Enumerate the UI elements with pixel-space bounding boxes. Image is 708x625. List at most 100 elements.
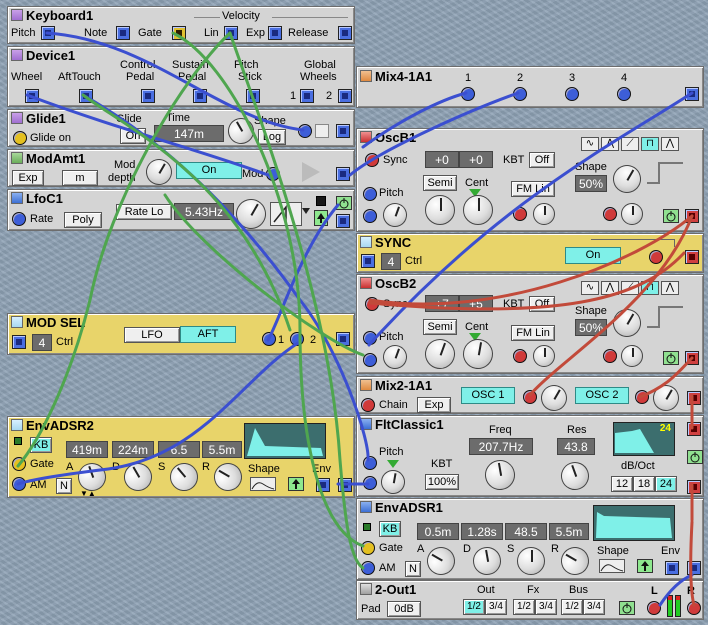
power-icon[interactable] bbox=[619, 601, 635, 615]
sustain-pedal-port[interactable] bbox=[193, 89, 207, 103]
release-knob[interactable] bbox=[208, 457, 248, 497]
lfo-up-arrow-icon[interactable] bbox=[314, 210, 328, 226]
pitch-mod-knob[interactable] bbox=[379, 199, 411, 231]
pulse-wave-button[interactable]: ⊓ bbox=[641, 281, 659, 295]
decay-knob[interactable] bbox=[118, 457, 158, 497]
pulse-wave-button[interactable]: ⊓ bbox=[641, 137, 659, 151]
shape-mod-input[interactable] bbox=[603, 207, 617, 221]
mix4-output-port[interactable] bbox=[685, 87, 699, 101]
saw-wave-button[interactable]: ⟋ bbox=[621, 281, 639, 295]
release-knob[interactable] bbox=[555, 541, 595, 581]
module-menu-icon[interactable] bbox=[360, 501, 372, 513]
saw2-wave-button[interactable]: ⋀ bbox=[661, 281, 679, 295]
env2-env-port[interactable] bbox=[316, 478, 330, 492]
ch1-input[interactable] bbox=[461, 87, 475, 101]
chain-input[interactable] bbox=[361, 398, 375, 412]
ch3-input[interactable] bbox=[565, 87, 579, 101]
module-menu-icon[interactable] bbox=[360, 277, 372, 289]
modsel-input-2[interactable] bbox=[290, 332, 304, 346]
slope-12-button[interactable]: 12 bbox=[611, 476, 633, 492]
rate-lo-button[interactable]: Rate Lo bbox=[116, 204, 172, 220]
env-up-arrow-icon[interactable] bbox=[637, 559, 653, 573]
glide-input[interactable] bbox=[298, 124, 312, 138]
semi-knob[interactable] bbox=[425, 195, 455, 225]
fm-knob[interactable] bbox=[533, 345, 555, 367]
poly-button[interactable]: Poly bbox=[64, 212, 102, 228]
velocity-lin-port[interactable] bbox=[224, 26, 238, 40]
gate-input[interactable] bbox=[12, 457, 26, 471]
out-34-button[interactable]: 3/4 bbox=[485, 599, 507, 615]
semi-knob[interactable] bbox=[420, 334, 460, 374]
kbt-button[interactable]: 100% bbox=[425, 474, 459, 490]
sync-input[interactable] bbox=[365, 297, 379, 311]
aft-select-button[interactable]: AFT bbox=[180, 326, 236, 343]
global-wheel2-port[interactable] bbox=[338, 89, 352, 103]
lfo-select-button[interactable]: LFO bbox=[124, 327, 180, 343]
shape-knob[interactable] bbox=[607, 159, 647, 199]
freq-knob[interactable] bbox=[482, 457, 518, 493]
mod-input[interactable] bbox=[266, 167, 280, 181]
exp-button[interactable]: Exp bbox=[417, 397, 451, 413]
module-menu-icon[interactable] bbox=[360, 583, 372, 595]
bus-34-button[interactable]: 3/4 bbox=[583, 599, 605, 615]
fm-knob[interactable] bbox=[533, 203, 555, 225]
glide-on-input[interactable] bbox=[13, 131, 27, 145]
kbt-button[interactable]: Off bbox=[529, 296, 555, 312]
shape-mod-input[interactable] bbox=[603, 349, 617, 363]
module-menu-icon[interactable] bbox=[360, 131, 372, 143]
sync-on-button[interactable]: On bbox=[565, 247, 621, 264]
pitch-stick-port[interactable] bbox=[246, 89, 260, 103]
n-button[interactable]: N bbox=[405, 561, 421, 577]
module-menu-icon[interactable] bbox=[11, 192, 23, 204]
bus-12-button[interactable]: 1/2 bbox=[561, 599, 583, 615]
shape-mod-knob[interactable] bbox=[621, 345, 643, 367]
sustain-knob[interactable] bbox=[164, 457, 204, 497]
module-menu-icon[interactable] bbox=[11, 419, 23, 431]
pitch-input-b[interactable] bbox=[363, 476, 377, 490]
attack-knob[interactable] bbox=[421, 541, 461, 581]
sine-wave-button[interactable]: ∿ bbox=[581, 137, 599, 151]
sustain-knob[interactable] bbox=[517, 547, 545, 575]
lfo-wave-selector[interactable] bbox=[270, 202, 302, 226]
slope-24-button[interactable]: 24 bbox=[655, 476, 677, 492]
pitch-input-a[interactable] bbox=[363, 456, 377, 470]
pad-button[interactable]: 0dB bbox=[387, 601, 421, 617]
ch2-input[interactable] bbox=[513, 87, 527, 101]
sine-wave-button[interactable]: ∿ bbox=[581, 281, 599, 295]
release-output-port[interactable] bbox=[338, 26, 352, 40]
modsel-output-port[interactable] bbox=[336, 332, 350, 346]
modamt-output-port[interactable] bbox=[336, 167, 350, 181]
am-input[interactable] bbox=[12, 477, 26, 491]
shape-button[interactable]: Log bbox=[258, 129, 286, 145]
kbt-button[interactable]: Off bbox=[529, 152, 555, 168]
sync-output-port[interactable] bbox=[685, 250, 699, 264]
slope-18-button[interactable]: 18 bbox=[633, 476, 655, 492]
saw2-wave-button[interactable]: ⋀ bbox=[661, 137, 679, 151]
mix2-input-1[interactable] bbox=[523, 390, 537, 404]
env1-output-port[interactable] bbox=[687, 561, 701, 575]
module-menu-icon[interactable] bbox=[360, 379, 372, 391]
pitch-mod-input-a[interactable] bbox=[363, 331, 377, 345]
pitch-mod-input-b[interactable] bbox=[363, 209, 377, 223]
am-input[interactable] bbox=[361, 561, 375, 575]
osc2-output-port[interactable] bbox=[685, 351, 699, 365]
osc1-output-port[interactable] bbox=[685, 209, 699, 223]
env-up-arrow-icon[interactable] bbox=[288, 477, 304, 491]
pitch-mod-input-a[interactable] bbox=[363, 187, 377, 201]
env-shape-button[interactable] bbox=[250, 477, 276, 491]
out-12-button[interactable]: 1/2 bbox=[463, 599, 485, 615]
filter-input-port[interactable] bbox=[687, 422, 701, 436]
env-shape-button[interactable] bbox=[599, 559, 625, 573]
gate-output-port[interactable] bbox=[172, 26, 186, 40]
lfo-output-port[interactable] bbox=[336, 214, 350, 228]
modsel-ctrl-port[interactable] bbox=[12, 335, 26, 349]
fx-34-button[interactable]: 3/4 bbox=[535, 599, 557, 615]
decay-knob[interactable] bbox=[470, 544, 504, 578]
fm-lin-button[interactable]: FM Lin bbox=[511, 181, 555, 197]
mix2-input-2[interactable] bbox=[635, 390, 649, 404]
kb-button[interactable]: KB bbox=[379, 521, 401, 537]
module-menu-icon[interactable] bbox=[11, 9, 23, 21]
on-button[interactable]: On bbox=[176, 162, 242, 179]
filter-output-port[interactable] bbox=[687, 480, 701, 494]
env1-env-port[interactable] bbox=[665, 561, 679, 575]
